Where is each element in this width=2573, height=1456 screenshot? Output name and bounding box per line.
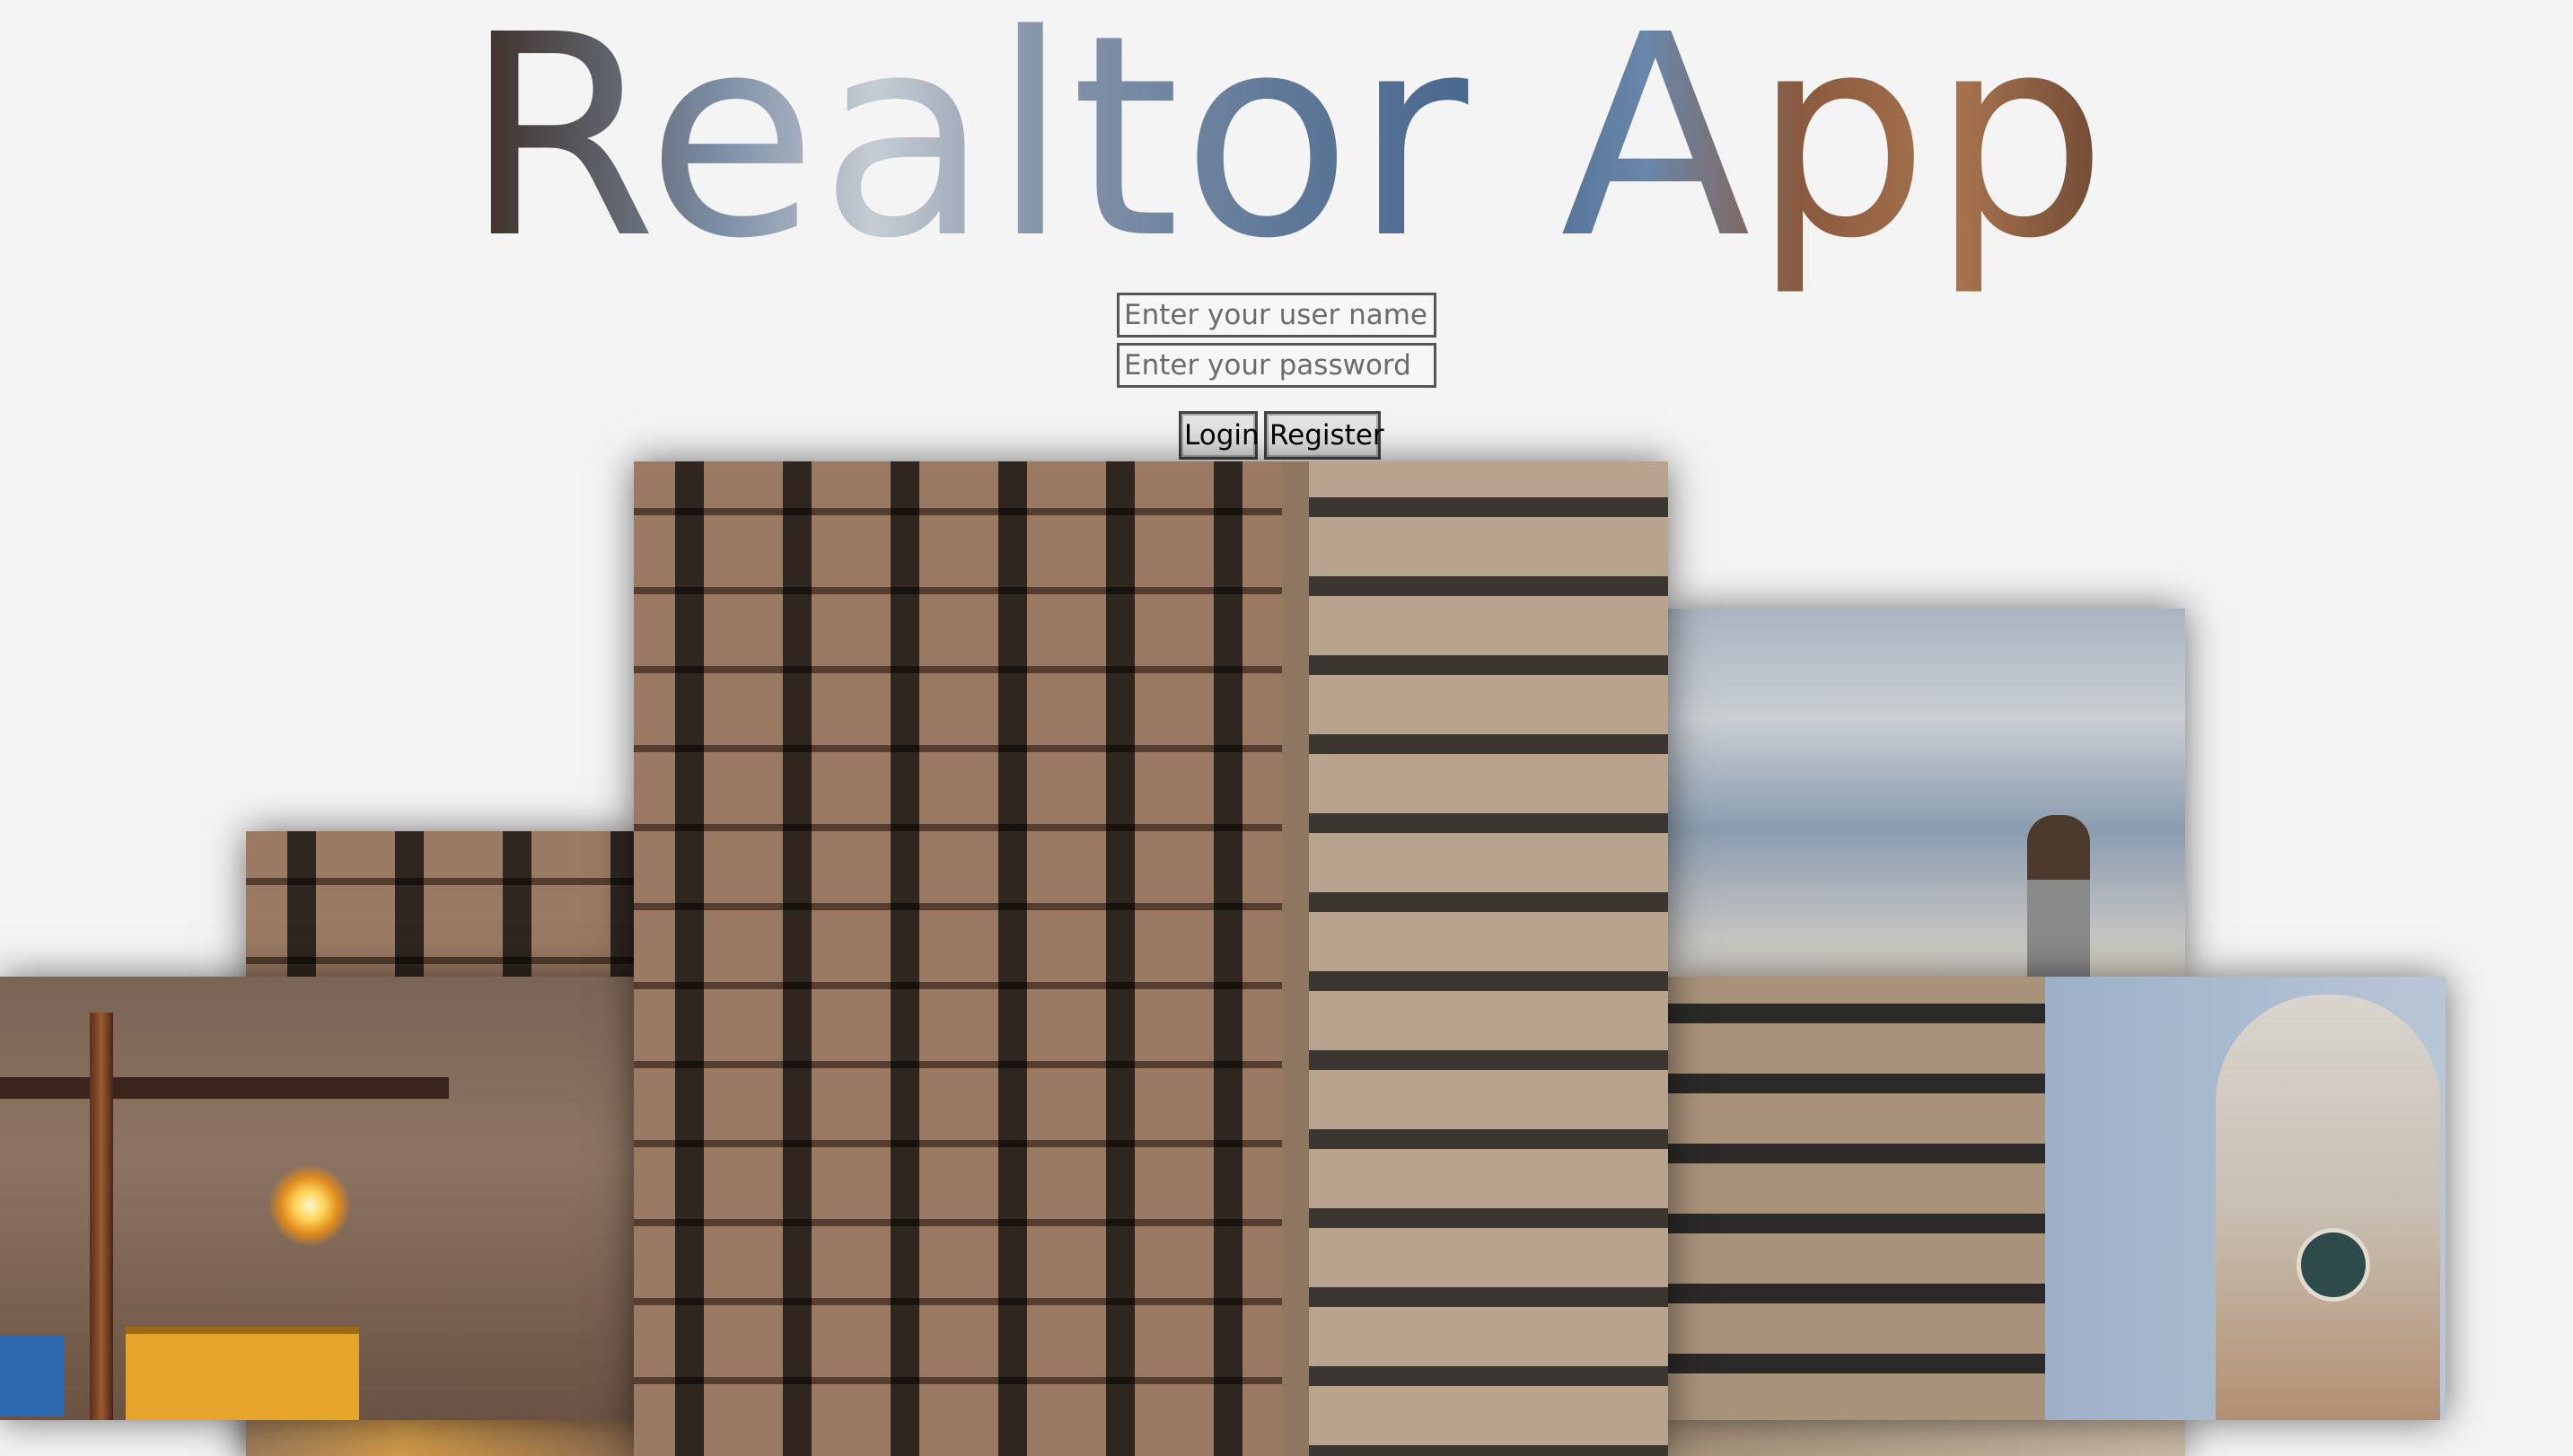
clock-tower — [2216, 995, 2440, 1420]
office-building — [1668, 977, 2045, 1420]
username-input[interactable] — [1117, 293, 1436, 338]
lamp-pole — [90, 1013, 113, 1420]
statue — [2027, 815, 2090, 977]
bottom-left-photo-strip — [246, 1420, 636, 1456]
sky-statue-photo — [1668, 609, 2185, 977]
yellow-banner — [126, 1327, 359, 1420]
lamp-light — [269, 1165, 350, 1246]
lamp-arm — [0, 1077, 449, 1099]
app-title: Realtor App — [0, 0, 2573, 312]
clock-icon — [2296, 1228, 2370, 1302]
street-lamp-building-photo — [0, 977, 636, 1420]
tall-building — [1282, 461, 1668, 1456]
login-button[interactable]: Login — [1179, 411, 1260, 460]
city-hall-tower-photo — [1668, 977, 2446, 1420]
register-button[interactable]: Register — [1264, 411, 1384, 460]
bottom-photo-strip — [1668, 1420, 2185, 1456]
password-input[interactable] — [1117, 343, 1436, 388]
city-building-facade-photo — [634, 461, 1668, 1456]
blue-banner — [0, 1336, 65, 1417]
